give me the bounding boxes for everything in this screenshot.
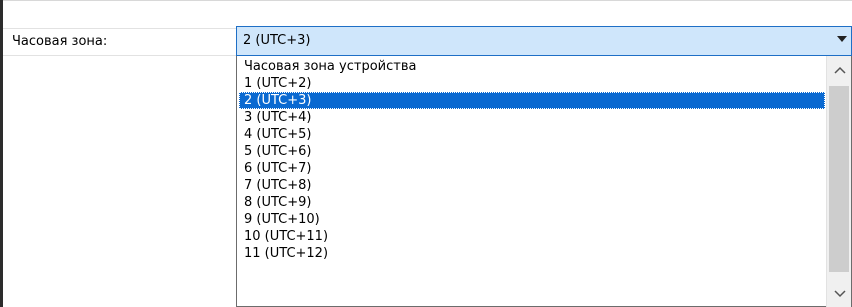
option-device-timezone[interactable]: Часовая зона устройства <box>239 58 825 75</box>
scrollbar-thumb[interactable] <box>829 86 849 272</box>
timezone-select[interactable]: 2 (UTC+3) <box>236 26 852 56</box>
top-strip <box>0 0 852 21</box>
option-utc-plus-8[interactable]: 7 (UTC+8) <box>239 177 825 194</box>
option-utc-plus-12[interactable]: 11 (UTC+12) <box>239 245 825 262</box>
option-utc-plus-4[interactable]: 3 (UTC+4) <box>239 109 825 126</box>
timezone-dropdown-list: Часовая зона устройства 1 (UTC+2) 2 (UTC… <box>236 56 852 307</box>
option-utc-plus-10[interactable]: 9 (UTC+10) <box>239 211 825 228</box>
option-utc-plus-3[interactable]: 2 (UTC+3) <box>239 92 825 109</box>
timezone-label: Часовая зона: <box>12 34 108 49</box>
timezone-label-row: Часовая зона: <box>3 28 236 56</box>
option-utc-plus-6[interactable]: 5 (UTC+6) <box>239 143 825 160</box>
option-utc-plus-11[interactable]: 10 (UTC+11) <box>239 228 825 245</box>
option-list: Часовая зона устройства 1 (UTC+2) 2 (UTC… <box>239 58 825 262</box>
chevron-up-icon[interactable] <box>827 58 852 82</box>
chevron-down-icon[interactable] <box>827 282 852 306</box>
vertical-scrollbar[interactable] <box>826 56 851 307</box>
triangle-down-icon[interactable] <box>837 36 847 42</box>
option-utc-plus-7[interactable]: 6 (UTC+7) <box>239 160 825 177</box>
option-utc-plus-5[interactable]: 4 (UTC+5) <box>239 126 825 143</box>
timezone-select-value: 2 (UTC+3) <box>243 33 311 48</box>
option-utc-plus-2[interactable]: 1 (UTC+2) <box>239 75 825 92</box>
option-utc-plus-9[interactable]: 8 (UTC+9) <box>239 194 825 211</box>
